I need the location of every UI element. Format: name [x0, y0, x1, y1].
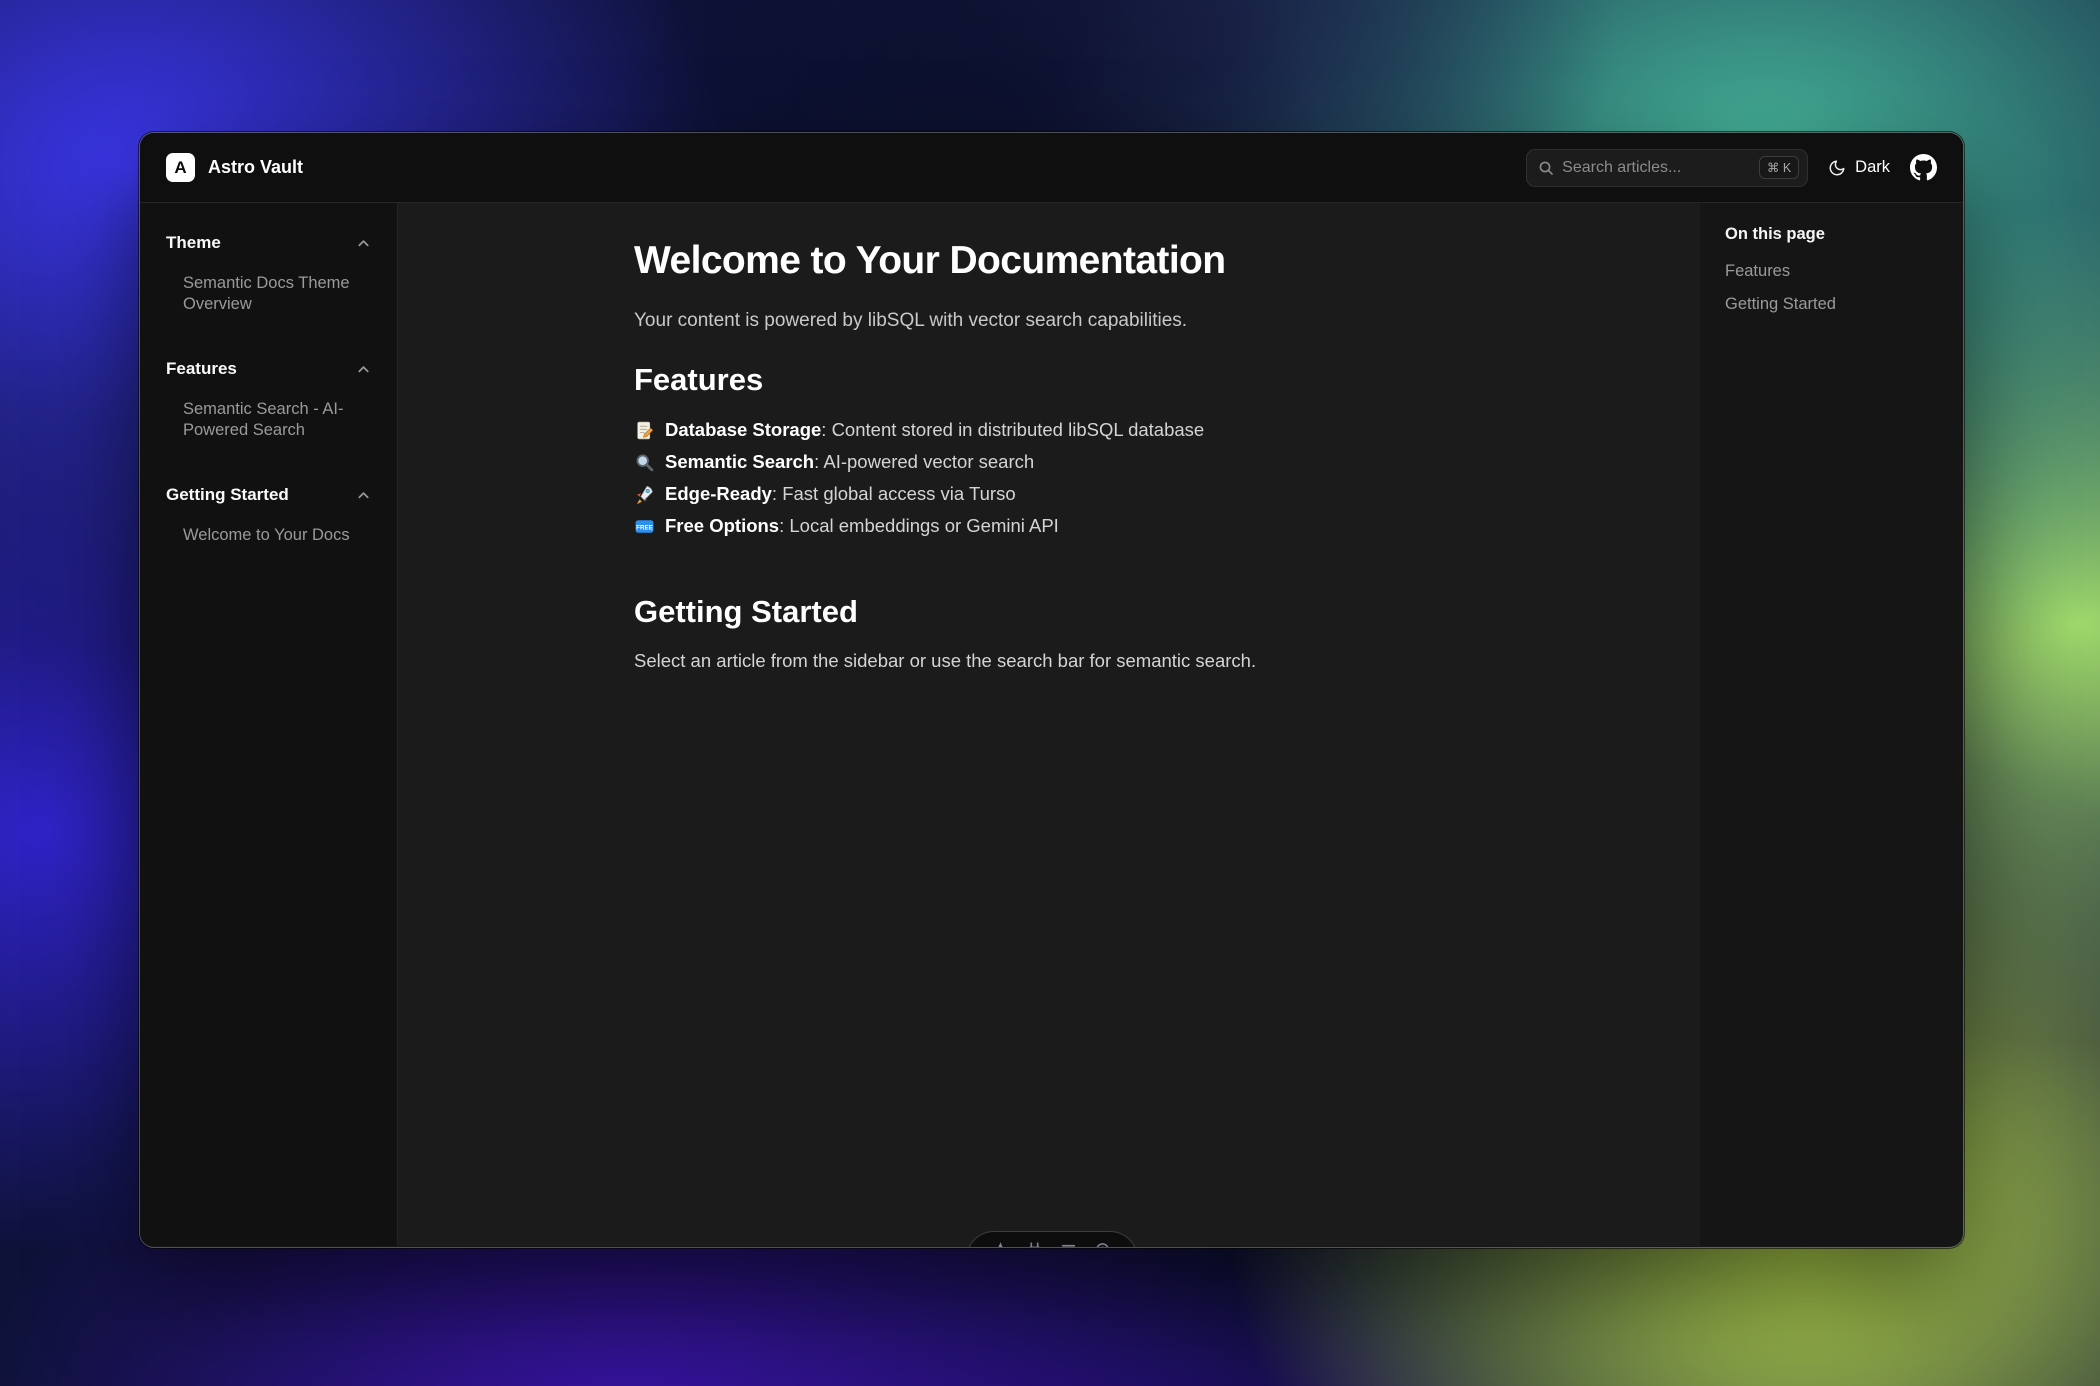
feature-item-free-options: FREE Free Options: Local embeddings or G…: [634, 510, 1464, 542]
toc-link-features[interactable]: Features: [1725, 262, 1938, 281]
sidebar-section-title: Features: [166, 359, 237, 379]
getting-started-heading: Getting Started: [634, 594, 1464, 630]
github-link[interactable]: [1910, 154, 1937, 181]
toc-items: Features Getting Started: [1725, 262, 1938, 314]
svg-text:FREE: FREE: [636, 524, 653, 531]
search-shortcut-badge: ⌘ K: [1759, 156, 1799, 179]
sidebar-section-getting-started-toggle[interactable]: Getting Started: [166, 485, 371, 505]
chevron-up-icon: [356, 488, 371, 503]
page-title: Welcome to Your Documentation: [634, 239, 1464, 283]
github-icon: [1910, 154, 1937, 181]
feature-label: Edge-Ready: [665, 483, 772, 504]
sidebar-items: Semantic Search - AI-Powered Search: [166, 399, 371, 441]
feature-item-edge-ready: Edge-Ready: Fast global access via Turso: [634, 478, 1464, 510]
feature-label: Semantic Search: [665, 451, 814, 472]
chevron-up-icon: [356, 236, 371, 251]
chevron-up-icon: [356, 362, 371, 377]
feature-text: : Content stored in distributed libSQL d…: [821, 419, 1204, 440]
window-body: Theme Semantic Docs Theme Overview Featu…: [140, 203, 1963, 1246]
feature-text-wrap: Free Options: Local embeddings or Gemini…: [665, 515, 1059, 537]
feature-item-semantic-search: Semantic Search: AI-powered vector searc…: [634, 446, 1464, 478]
sidebar-item-semantic-docs-theme-overview[interactable]: Semantic Docs Theme Overview: [183, 273, 371, 315]
sidebar-items: Welcome to Your Docs: [166, 525, 371, 546]
menu-icon[interactable]: [1060, 1241, 1077, 1247]
sidebar-section-title: Theme: [166, 233, 221, 253]
sidebar-item-welcome-to-your-docs[interactable]: Welcome to Your Docs: [183, 525, 371, 546]
app-window: A Astro Vault ⌘ K Dark: [140, 133, 1963, 1247]
search-icon: [1538, 160, 1554, 176]
feature-label: Free Options: [665, 515, 779, 536]
page-intro: Your content is powered by libSQL with v…: [634, 310, 1464, 332]
feature-text-wrap: Semantic Search: AI-powered vector searc…: [665, 451, 1034, 473]
free-badge-icon: FREE: [634, 516, 655, 537]
toc-link-getting-started[interactable]: Getting Started: [1725, 295, 1938, 314]
theme-toggle-label: Dark: [1855, 158, 1890, 177]
feature-text: : Fast global access via Turso: [772, 483, 1016, 504]
theme-toggle-button[interactable]: Dark: [1828, 158, 1890, 177]
sidebar-section-features-toggle[interactable]: Features: [166, 359, 371, 379]
getting-started-text: Select an article from the sidebar or us…: [634, 650, 1464, 672]
sidebar-section-theme-toggle[interactable]: Theme: [166, 233, 371, 253]
feature-text-wrap: Database Storage: Content stored in dist…: [665, 419, 1204, 441]
app-logo[interactable]: A: [166, 153, 195, 182]
sidebar-item-semantic-search[interactable]: Semantic Search - AI-Powered Search: [183, 399, 371, 441]
moon-icon: [1828, 159, 1846, 177]
header-actions: ⌘ K Dark: [1526, 149, 1937, 187]
gear-icon[interactable]: [1094, 1241, 1111, 1247]
toc-title: On this page: [1725, 225, 1938, 244]
main-content: Welcome to Your Documentation Your conte…: [398, 203, 1700, 1246]
app-header: A Astro Vault ⌘ K Dark: [140, 133, 1963, 203]
magnifying-glass-icon: [634, 452, 655, 473]
plug-icon[interactable]: [1026, 1241, 1043, 1247]
sidebar: Theme Semantic Docs Theme Overview Featu…: [140, 203, 398, 1246]
memo-icon: [634, 420, 655, 441]
brand-title: Astro Vault: [208, 157, 303, 178]
sidebar-items: Semantic Docs Theme Overview: [166, 273, 371, 315]
search-box[interactable]: ⌘ K: [1526, 149, 1808, 187]
sidebar-section-title: Getting Started: [166, 485, 289, 505]
feature-text: : AI-powered vector search: [814, 451, 1034, 472]
logo-letter: A: [174, 158, 186, 178]
search-input[interactable]: [1562, 159, 1751, 177]
feature-label: Database Storage: [665, 419, 821, 440]
feature-item-database-storage: Database Storage: Content stored in dist…: [634, 414, 1464, 446]
astro-icon[interactable]: [992, 1241, 1009, 1247]
feature-text-wrap: Edge-Ready: Fast global access via Turso: [665, 483, 1016, 505]
sidebar-section-getting-started: Getting Started Welcome to Your Docs: [166, 485, 371, 546]
sidebar-section-theme: Theme Semantic Docs Theme Overview: [166, 233, 371, 315]
on-this-page-panel: On this page Features Getting Started: [1700, 203, 1963, 1246]
dev-toolbar[interactable]: [966, 1231, 1138, 1247]
features-list: Database Storage: Content stored in dist…: [634, 414, 1464, 542]
article: Welcome to Your Documentation Your conte…: [634, 203, 1464, 672]
sidebar-section-features: Features Semantic Search - AI-Powered Se…: [166, 359, 371, 441]
rocket-icon: [634, 484, 655, 505]
feature-text: : Local embeddings or Gemini API: [779, 515, 1059, 536]
features-heading: Features: [634, 362, 1464, 398]
